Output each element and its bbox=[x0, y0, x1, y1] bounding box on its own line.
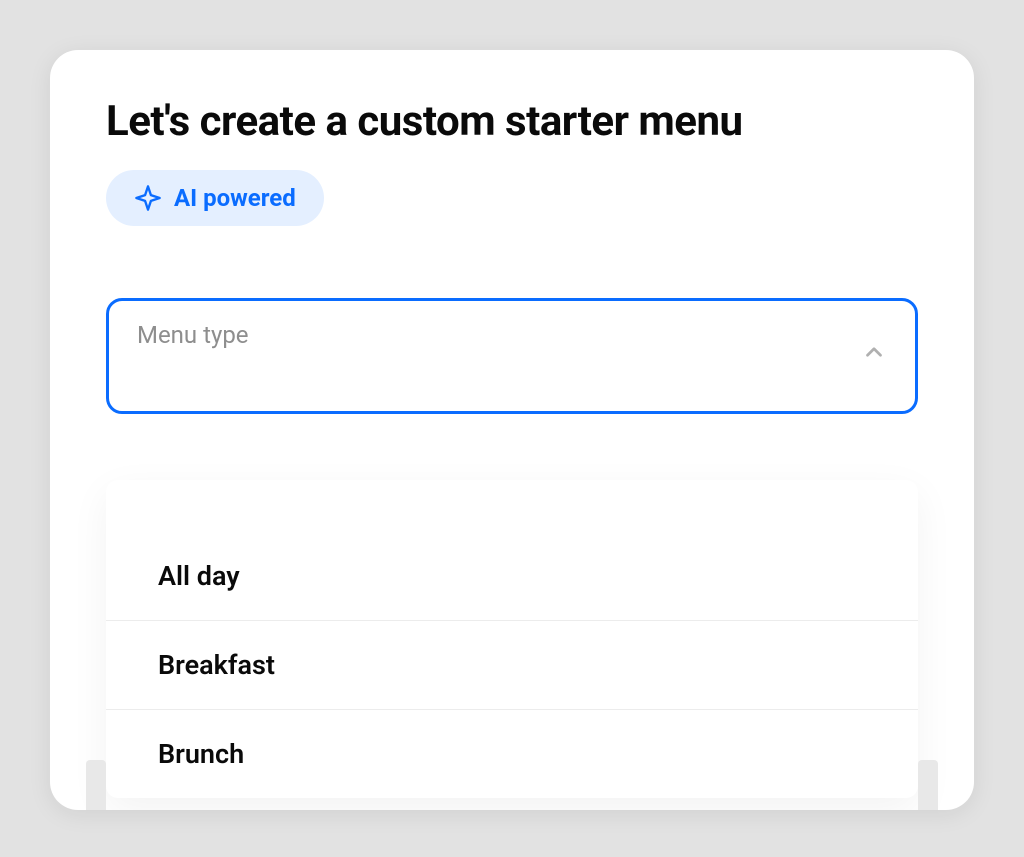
menu-type-label: Menu type bbox=[137, 321, 249, 349]
dropdown-option-all-day[interactable]: All day bbox=[106, 532, 918, 621]
menu-setup-card: Let's create a custom starter menu AI po… bbox=[50, 50, 974, 810]
menu-type-select[interactable]: Menu type bbox=[106, 298, 918, 414]
menu-type-dropdown: All day Breakfast Brunch bbox=[106, 480, 918, 798]
page-title: Let's create a custom starter menu bbox=[106, 98, 918, 146]
ai-powered-badge: AI powered bbox=[106, 170, 324, 226]
scroll-indicator-right bbox=[918, 760, 938, 810]
chevron-up-icon bbox=[861, 339, 887, 365]
sparkle-icon bbox=[134, 184, 162, 212]
dropdown-option-breakfast[interactable]: Breakfast bbox=[106, 621, 918, 710]
scroll-indicator-left bbox=[86, 760, 106, 810]
dropdown-option-brunch[interactable]: Brunch bbox=[106, 710, 918, 798]
ai-badge-label: AI powered bbox=[174, 184, 296, 212]
